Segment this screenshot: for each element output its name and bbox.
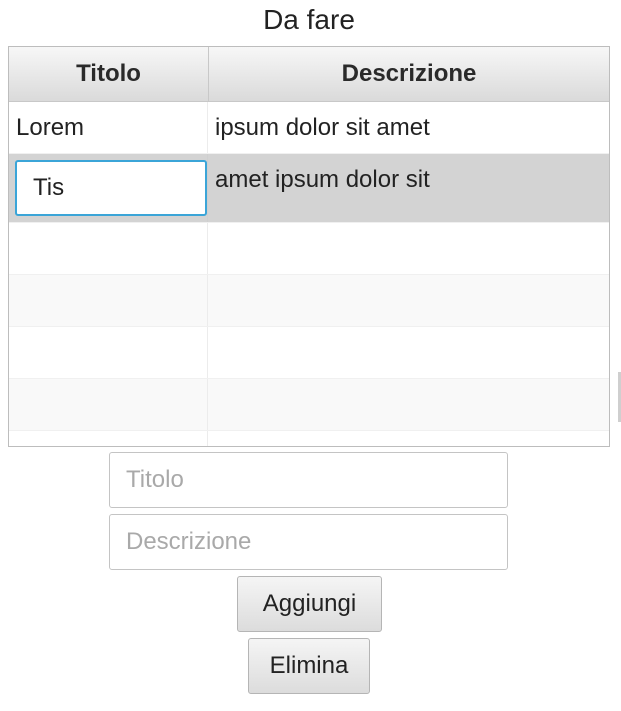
cell-descrizione[interactable]: amet ipsum dolor sit bbox=[208, 154, 609, 222]
window-title: Da fare bbox=[263, 4, 355, 35]
table-header: Titolo Descrizione bbox=[9, 47, 609, 102]
cell-empty[interactable] bbox=[208, 379, 609, 430]
cell-empty[interactable] bbox=[9, 431, 208, 446]
add-button[interactable]: Aggiungi bbox=[237, 576, 382, 632]
todo-table[interactable]: Titolo Descrizione Lorem ipsum dolor sit… bbox=[8, 46, 610, 447]
cell-empty[interactable] bbox=[9, 327, 208, 378]
cell-empty[interactable] bbox=[9, 275, 208, 326]
table-row-empty[interactable] bbox=[9, 327, 609, 379]
cell-empty[interactable] bbox=[9, 223, 208, 274]
titolo-input[interactable] bbox=[109, 452, 508, 508]
cell-empty[interactable] bbox=[208, 431, 609, 446]
table-row-selected[interactable]: amet ipsum dolor sit bbox=[9, 154, 609, 223]
cell-titolo-editing[interactable] bbox=[9, 154, 208, 222]
cell-empty[interactable] bbox=[9, 379, 208, 430]
descrizione-input[interactable] bbox=[109, 514, 508, 570]
cell-empty[interactable] bbox=[208, 275, 609, 326]
table-row-empty[interactable] bbox=[9, 431, 609, 446]
cell-empty[interactable] bbox=[208, 327, 609, 378]
column-header-titolo[interactable]: Titolo bbox=[9, 47, 209, 101]
delete-button[interactable]: Elimina bbox=[248, 638, 370, 694]
cell-titolo[interactable]: Lorem bbox=[9, 102, 208, 153]
cell-descrizione[interactable]: ipsum dolor sit amet bbox=[208, 102, 609, 153]
table-row-empty[interactable] bbox=[9, 379, 609, 431]
cell-editor-input[interactable] bbox=[15, 160, 207, 216]
table-row[interactable]: Lorem ipsum dolor sit amet bbox=[9, 102, 609, 154]
cell-empty[interactable] bbox=[208, 223, 609, 274]
column-header-descrizione[interactable]: Descrizione bbox=[209, 47, 609, 101]
table-row-empty[interactable] bbox=[9, 223, 609, 275]
table-row-empty[interactable] bbox=[9, 275, 609, 327]
